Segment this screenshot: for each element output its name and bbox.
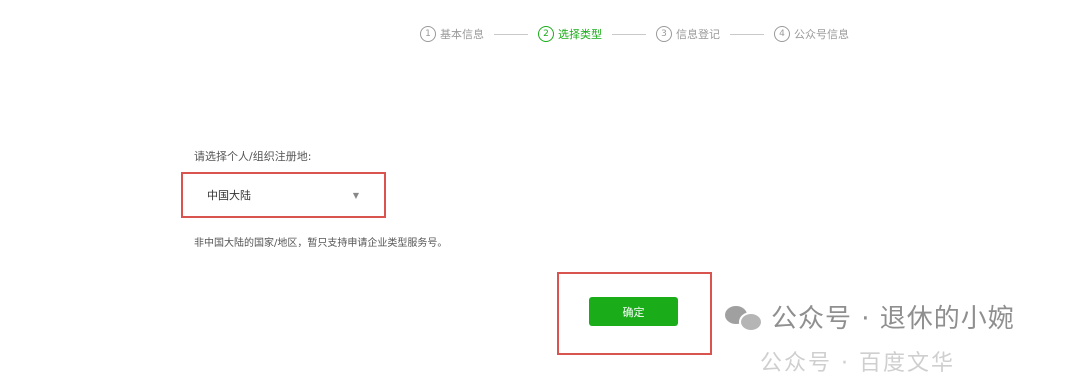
region-note: 非中国大陆的国家/地区，暂只支持申请企业类型服务号。 — [194, 238, 448, 249]
step-number: 1 — [420, 26, 436, 42]
step-number: 4 — [774, 26, 790, 42]
step-info-registration: 3 信息登记 — [656, 26, 720, 42]
step-label: 信息登记 — [676, 28, 720, 41]
region-select-value: 中国大陆 — [207, 189, 251, 202]
watermark-text: 公众号 · 退休的小婉 — [771, 304, 1015, 334]
step-number: 3 — [656, 26, 672, 42]
step-indicator: 1 基本信息 2 选择类型 3 信息登记 4 公众号信息 — [420, 26, 849, 42]
step-number: 2 — [538, 26, 554, 42]
step-basic-info: 1 基本信息 — [420, 26, 484, 42]
region-label: 请选择个人/组织注册地: — [194, 150, 312, 163]
caret-down-icon: ▼ — [352, 190, 359, 200]
step-select-type: 2 选择类型 — [538, 26, 602, 42]
step-divider — [494, 33, 528, 35]
step-label: 基本信息 — [440, 28, 484, 41]
step-divider — [730, 33, 764, 35]
step-divider — [612, 33, 646, 35]
step-label: 选择类型 — [558, 28, 602, 41]
watermark-faded-text: 公众号 · 百度文华 — [760, 351, 955, 376]
confirm-button[interactable]: 确定 — [589, 297, 678, 326]
watermark: 公众号 · 退休的小婉 — [725, 298, 1015, 335]
step-account-info: 4 公众号信息 — [774, 26, 849, 42]
step-label: 公众号信息 — [794, 28, 849, 41]
region-select[interactable]: 中国大陆 ▼ — [195, 181, 371, 209]
wechat-icon — [725, 304, 763, 332]
